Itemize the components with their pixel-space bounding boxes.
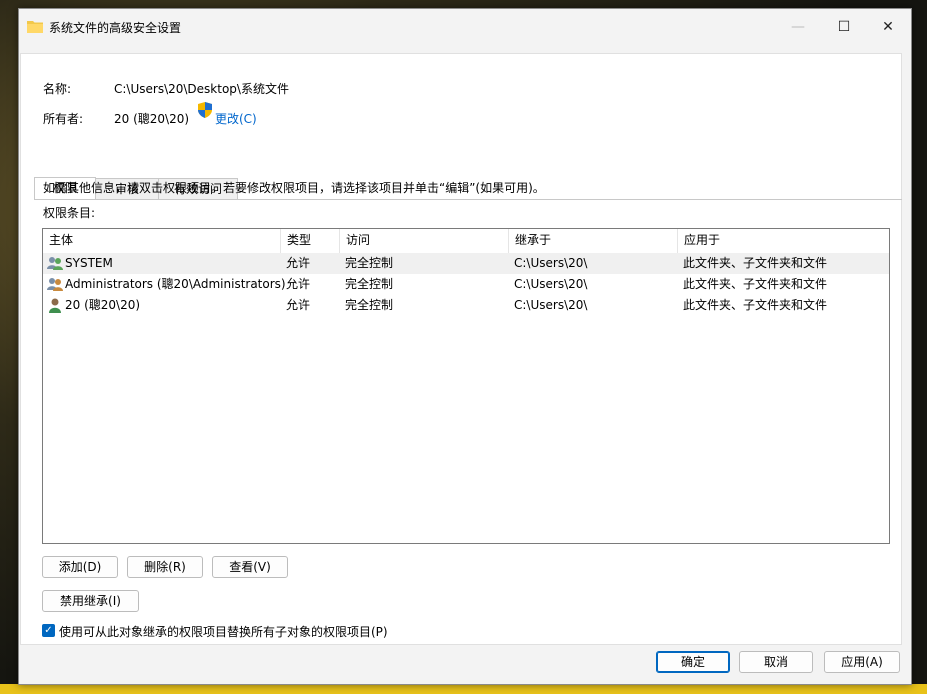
add-button[interactable]: 添加(D) <box>42 556 118 578</box>
access-cell: 完全控制 <box>345 277 394 291</box>
inherited-cell: C:\Users\20\ <box>514 298 588 312</box>
principal-cell: 20 (聰20\20) <box>65 298 141 312</box>
access-cell: 完全控制 <box>345 298 394 312</box>
table-row[interactable]: Administrators (聰20\Administrators) 允许 完… <box>43 274 889 295</box>
title-bar[interactable]: 系统文件的高级安全设置 — ☐ ✕ <box>19 9 911 45</box>
maximize-button[interactable]: ☐ <box>821 9 867 45</box>
close-button[interactable]: ✕ <box>865 9 911 45</box>
owner-value: 20 (聰20\20) <box>114 112 190 126</box>
group-icon <box>47 257 63 270</box>
column-header-applies-to[interactable]: 应用于 <box>678 229 889 253</box>
security-settings-window: 系统文件的高级安全设置 — ☐ ✕ 名称: C:\Users\20\Deskto… <box>18 8 912 685</box>
table-row[interactable]: 20 (聰20\20) 允许 完全控制 C:\Users\20\ 此文件夹、子文… <box>43 295 889 316</box>
type-cell: 允许 <box>286 298 311 312</box>
permission-entries-list[interactable]: 主体 类型 访问 继承于 应用于 SYSTEM 允许 完全控制 C:\Users… <box>42 228 890 544</box>
user-icon <box>49 298 61 313</box>
content-panel: 名称: C:\Users\20\Desktop\系统文件 所有者: 20 (聰2… <box>20 53 902 645</box>
view-button[interactable]: 查看(V) <box>212 556 288 578</box>
table-row[interactable]: SYSTEM 允许 完全控制 C:\Users\20\ 此文件夹、子文件夹和文件 <box>43 253 889 274</box>
instructions-text: 如需其他信息，请双击权限项目。若要修改权限项目，请选择该项目并单击“编辑”(如果… <box>43 181 545 195</box>
name-label: 名称: <box>43 82 72 96</box>
change-owner-link[interactable]: 更改(C) <box>215 110 257 127</box>
column-header-access[interactable]: 访问 <box>340 229 509 253</box>
replace-child-permissions-checkbox[interactable]: ✓ <box>42 624 55 637</box>
applies-cell: 此文件夹、子文件夹和文件 <box>683 298 828 312</box>
disable-inheritance-button[interactable]: 禁用继承(I) <box>42 590 139 612</box>
group-icon <box>47 278 63 291</box>
applies-cell: 此文件夹、子文件夹和文件 <box>683 277 828 291</box>
access-cell: 完全控制 <box>345 256 394 270</box>
principal-cell: Administrators (聰20\Administrators) <box>65 277 286 291</box>
apply-button[interactable]: 应用(A) <box>824 651 900 673</box>
entries-label: 权限条目: <box>43 206 96 220</box>
wallpaper-bottom <box>0 684 927 694</box>
remove-button[interactable]: 删除(R) <box>127 556 203 578</box>
column-header-inherited-from[interactable]: 继承于 <box>509 229 678 253</box>
inherited-cell: C:\Users\20\ <box>514 277 588 291</box>
uac-shield-icon <box>198 102 212 118</box>
folder-icon <box>27 21 43 33</box>
ok-button[interactable]: 确定 <box>656 651 730 673</box>
owner-label: 所有者: <box>43 112 84 126</box>
replace-child-permissions-label: 使用可从此对象继承的权限项目替换所有子对象的权限项目(P) <box>59 625 388 639</box>
type-cell: 允许 <box>286 277 311 291</box>
principal-cell: SYSTEM <box>65 256 113 270</box>
minimize-button[interactable]: — <box>775 9 821 45</box>
name-value: C:\Users\20\Desktop\系统文件 <box>114 82 289 96</box>
column-header-type[interactable]: 类型 <box>281 229 340 253</box>
cancel-button[interactable]: 取消 <box>739 651 813 673</box>
type-cell: 允许 <box>286 256 311 270</box>
window-title: 系统文件的高级安全设置 <box>49 21 182 35</box>
column-header-principal[interactable]: 主体 <box>43 229 281 253</box>
applies-cell: 此文件夹、子文件夹和文件 <box>683 256 828 270</box>
inherited-cell: C:\Users\20\ <box>514 256 588 270</box>
tab-divider <box>34 199 902 200</box>
